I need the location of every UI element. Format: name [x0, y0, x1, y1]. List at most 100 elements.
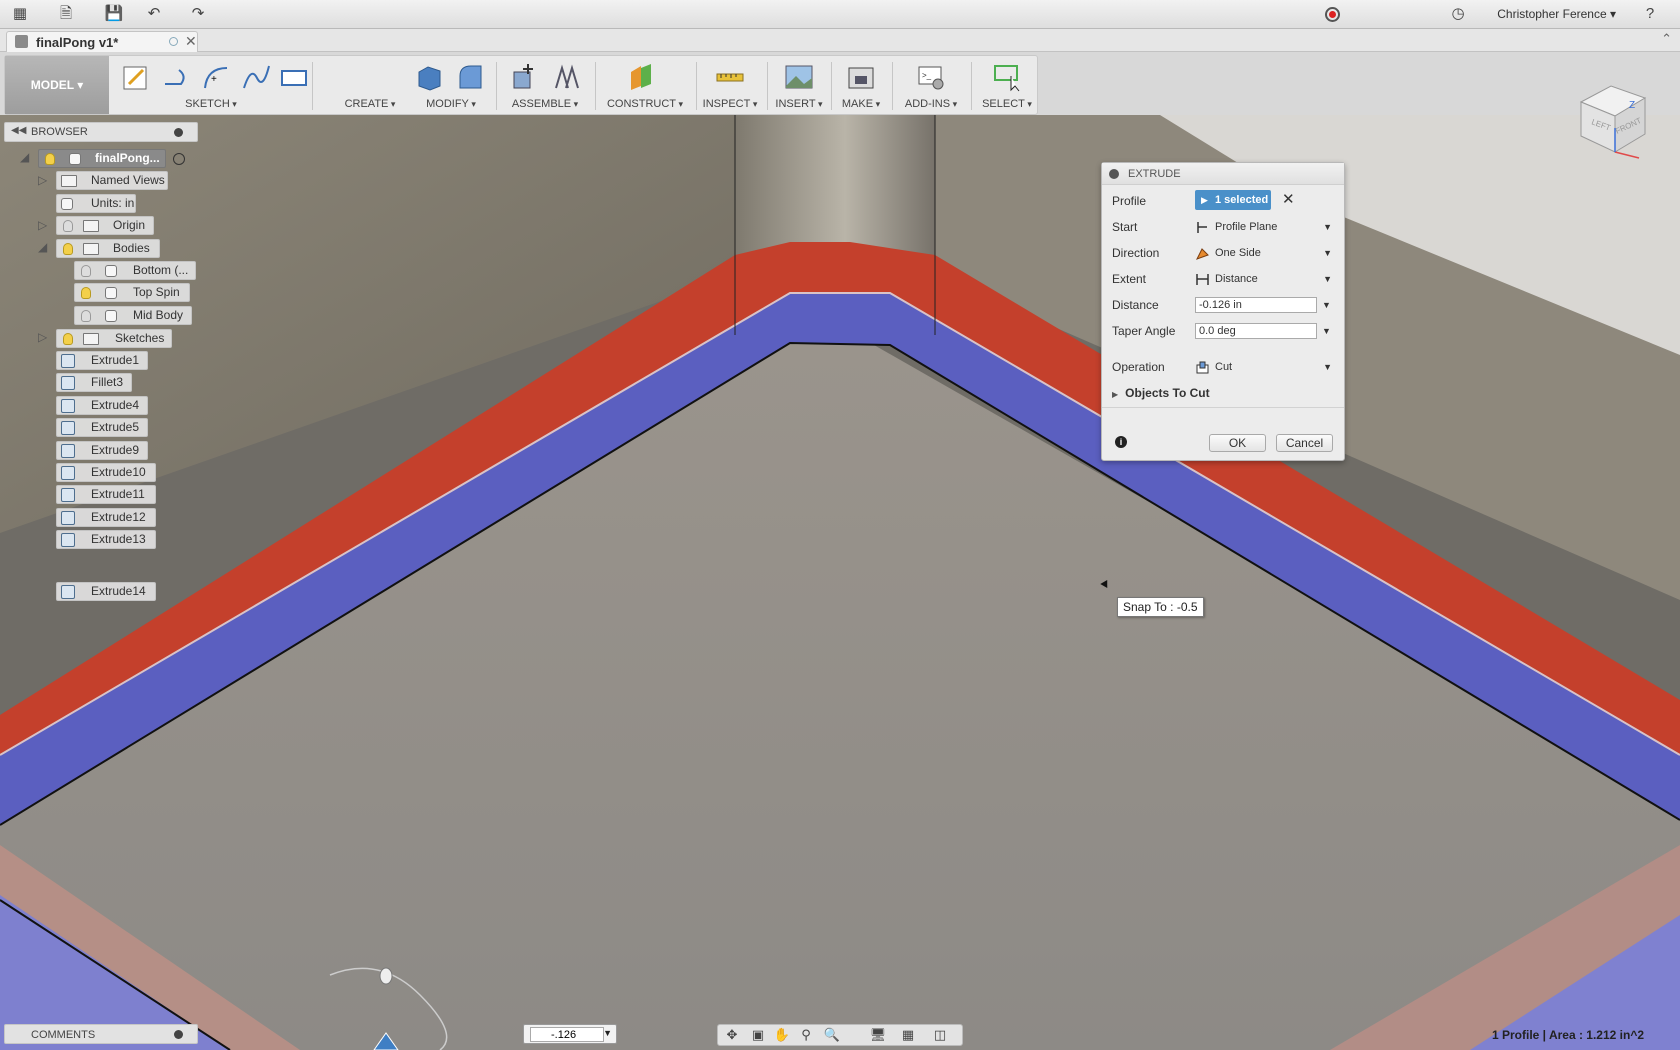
create-sketch-icon[interactable]	[121, 62, 151, 92]
operation-dropdown[interactable]: Cut ▼	[1194, 357, 1335, 377]
new-component-icon[interactable]	[508, 62, 538, 92]
browser-item-body-top-spin[interactable]: Top Spin	[74, 283, 190, 302]
app-grid-icon[interactable]: ▦	[10, 5, 30, 23]
redo-icon[interactable]: ↷	[188, 5, 208, 23]
display-settings-icon[interactable]: 🖥	[868, 1027, 888, 1043]
3d-print-icon[interactable]	[846, 62, 876, 92]
orbit-icon[interactable]: ✥	[722, 1027, 742, 1043]
expand-named-views-icon[interactable]: ▷	[38, 173, 47, 187]
collapse-dialog-icon[interactable]	[1109, 169, 1119, 179]
workspace-switcher[interactable]: MODEL ▾	[5, 56, 109, 114]
timeline-feature[interactable]: Extrude4	[56, 396, 148, 415]
file-menu-icon[interactable]: 🗎	[56, 5, 76, 23]
direction-dropdown[interactable]: One Side ▼	[1194, 243, 1335, 263]
browser-panel-header[interactable]: ◀◀ BROWSER	[4, 122, 198, 142]
add-ins-menu[interactable]: ADD-INS	[896, 98, 966, 110]
measure-icon[interactable]	[715, 62, 745, 92]
construct-menu[interactable]: CONSTRUCT	[599, 98, 691, 110]
timeline-feature[interactable]: Extrude14	[56, 582, 156, 601]
comments-panel-header[interactable]: COMMENTS	[4, 1024, 198, 1044]
expand-root-icon[interactable]: ◢	[20, 150, 29, 164]
clear-selection-icon[interactable]: ✕	[1282, 190, 1295, 208]
objects-to-cut-section[interactable]: Objects To Cut	[1112, 386, 1209, 400]
zoom-icon[interactable]: ⚲	[796, 1027, 816, 1043]
offset-plane-icon[interactable]	[627, 62, 657, 92]
browser-item-body-mid-body[interactable]: Mid Body	[74, 306, 192, 325]
browser-root-item[interactable]: finalPong...	[38, 149, 166, 168]
view-cube[interactable]: LEFT FRONT Z	[1575, 72, 1655, 162]
browser-item-bodies[interactable]: Bodies	[56, 239, 160, 258]
record-icon[interactable]	[1325, 7, 1340, 22]
visibility-bulb-icon[interactable]	[63, 243, 73, 255]
select-group[interactable]: SELECT	[975, 56, 1039, 114]
chevron-down-icon[interactable]: ▼	[603, 1028, 612, 1038]
assemble-menu[interactable]: ASSEMBLE	[500, 98, 590, 110]
assemble-group[interactable]: ASSEMBLE	[500, 56, 590, 114]
cancel-button[interactable]: Cancel	[1276, 434, 1333, 452]
info-icon[interactable]: i	[1115, 436, 1127, 448]
3d-canvas[interactable]	[0, 115, 1680, 1050]
sketch-menu[interactable]: SKETCH	[115, 98, 307, 110]
insert-menu[interactable]: INSERT	[771, 98, 827, 110]
make-menu[interactable]: MAKE	[835, 98, 887, 110]
browser-item-origin[interactable]: Origin	[56, 216, 154, 235]
document-tab[interactable]: finalPong v1* ✕	[6, 31, 198, 52]
timeline-feature[interactable]: Extrude10	[56, 463, 156, 482]
ok-button[interactable]: OK	[1209, 434, 1266, 452]
user-menu[interactable]: Christopher Ference ▾	[1497, 7, 1616, 21]
timeline-feature[interactable]: Extrude5	[56, 418, 148, 437]
construct-group[interactable]: CONSTRUCT	[599, 56, 691, 114]
help-icon[interactable]: ?	[1640, 5, 1660, 23]
undo-icon[interactable]: ↶	[144, 5, 164, 23]
expand-sketches-icon[interactable]: ▷	[38, 330, 47, 344]
distance-options-icon[interactable]: ▼	[1322, 300, 1331, 310]
visibility-bulb-icon[interactable]	[81, 265, 91, 277]
select-icon[interactable]	[993, 62, 1023, 92]
expand-origin-icon[interactable]: ▷	[38, 218, 47, 232]
spline-icon[interactable]	[241, 62, 271, 92]
browser-item-sketches[interactable]: Sketches	[56, 329, 172, 348]
viewports-icon[interactable]: ◫	[930, 1027, 950, 1043]
sketch-group[interactable]: + SKETCH	[115, 56, 307, 114]
press-pull-icon[interactable]	[414, 62, 444, 92]
scripts-add-ins-icon[interactable]: >_	[916, 62, 946, 92]
create-menu[interactable]: CREATE	[338, 98, 402, 110]
taper-angle-input[interactable]: 0.0 deg	[1195, 323, 1317, 339]
grid-settings-icon[interactable]: ▦	[898, 1027, 918, 1043]
browser-pin-icon[interactable]	[174, 128, 183, 137]
insert-group[interactable]: INSERT	[771, 56, 827, 114]
save-icon[interactable]: 💾	[104, 5, 124, 23]
timeline-feature[interactable]: Extrude11	[56, 485, 156, 504]
make-group[interactable]: MAKE	[835, 56, 887, 114]
add-ins-group[interactable]: >_ ADD-INS	[896, 56, 966, 114]
visibility-bulb-icon[interactable]	[45, 153, 55, 165]
visibility-bulb-icon[interactable]	[81, 287, 91, 299]
activate-component-icon[interactable]	[173, 153, 185, 165]
browser-item-body-bottom[interactable]: Bottom (...	[74, 261, 196, 280]
inspect-menu[interactable]: INSPECT	[698, 98, 762, 110]
modify-menu[interactable]: MODIFY	[411, 98, 491, 110]
collapse-toolbar-icon[interactable]: ⌃	[1661, 31, 1672, 47]
extent-dropdown[interactable]: Distance ▼	[1194, 269, 1335, 289]
comments-add-icon[interactable]	[174, 1030, 183, 1039]
timeline-feature[interactable]: Extrude12	[56, 508, 156, 527]
joint-icon[interactable]	[552, 62, 582, 92]
timeline-feature[interactable]: Extrude1	[56, 351, 148, 370]
fit-icon[interactable]: 🔍	[822, 1027, 842, 1043]
distance-value-input[interactable]	[530, 1027, 604, 1042]
rectangle-icon[interactable]	[279, 62, 309, 92]
profile-selection-button[interactable]: 1 selected	[1195, 190, 1271, 210]
browser-item-units[interactable]: Units: in	[56, 194, 136, 213]
expand-bodies-icon[interactable]: ◢	[38, 240, 47, 254]
inspect-group[interactable]: INSPECT	[698, 56, 762, 114]
look-at-icon[interactable]: ▣	[748, 1027, 768, 1043]
taper-options-icon[interactable]: ▼	[1322, 326, 1331, 336]
visibility-bulb-icon[interactable]	[63, 333, 73, 345]
timeline-feature[interactable]: Extrude13	[56, 530, 156, 549]
collapse-browser-icon[interactable]: ◀◀	[11, 125, 26, 136]
fillet-icon[interactable]	[455, 62, 485, 92]
insert-image-icon[interactable]	[784, 62, 814, 92]
timeline-feature[interactable]: Fillet3	[56, 373, 132, 392]
select-menu[interactable]: SELECT	[975, 98, 1039, 110]
dialog-header[interactable]: EXTRUDE	[1102, 163, 1344, 185]
